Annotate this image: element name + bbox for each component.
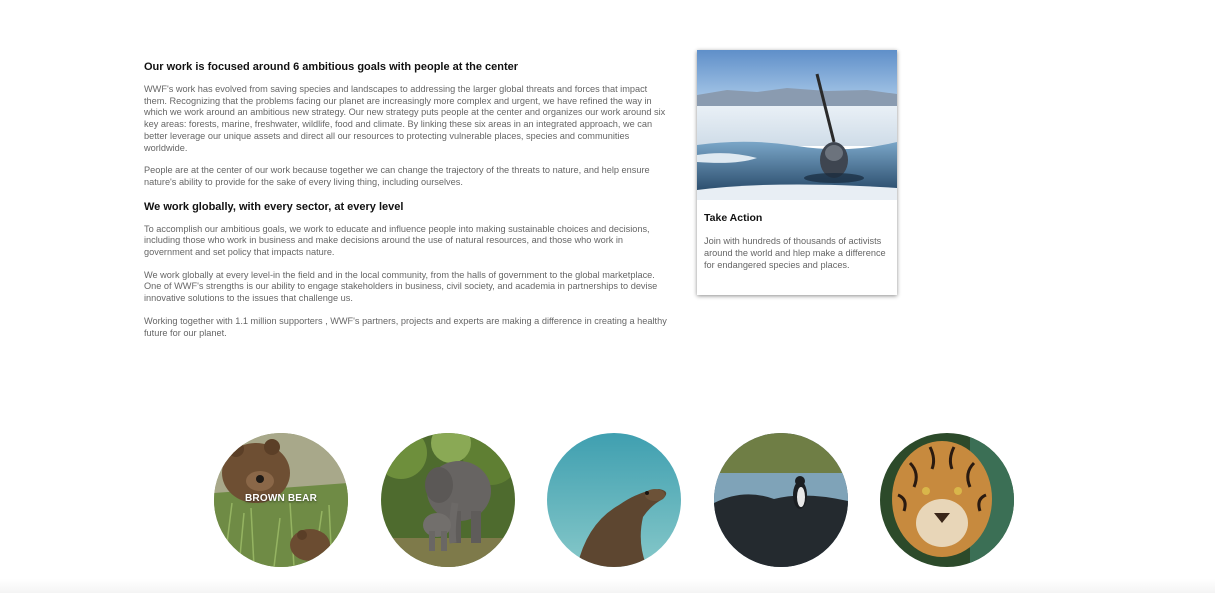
paragraph-levels: We work globally at every level-in the f… — [144, 269, 658, 304]
paragraph-supporters: Working together with 1.1 million suppor… — [144, 315, 667, 338]
paragraph-strategy: WWF's work has evolved from saving speci… — [144, 84, 666, 153]
card-title[interactable]: Take Action — [704, 212, 890, 224]
species-elephant[interactable] — [381, 433, 515, 567]
main-content: Our work is focused around 6 ambitious g… — [144, 60, 672, 350]
species-carousel: BROWN BEAR — [0, 433, 1215, 568]
section-heading-goals: Our work is focused around 6 ambitious g… — [144, 61, 519, 73]
paragraph-people: People are at the center of our work bec… — [144, 165, 650, 187]
species-tiger[interactable] — [880, 433, 1014, 567]
species-penguin[interactable] — [714, 433, 848, 567]
section-heading-global: We work globally, with every sector, at … — [144, 200, 404, 213]
footer-fade — [0, 579, 1215, 593]
take-action-card[interactable]: Take Action Join with hundreds of thousa… — [697, 50, 897, 295]
species-label: BROWN BEAR — [245, 493, 317, 504]
narwhal-image — [697, 50, 897, 200]
card-text: Join with hundreds of thousands of activ… — [704, 236, 886, 270]
species-brown-bear[interactable]: BROWN BEAR — [214, 433, 348, 567]
species-sea-lion[interactable] — [547, 433, 681, 567]
paragraph-educate: To accomplish our ambitious goals, we wo… — [144, 223, 650, 258]
